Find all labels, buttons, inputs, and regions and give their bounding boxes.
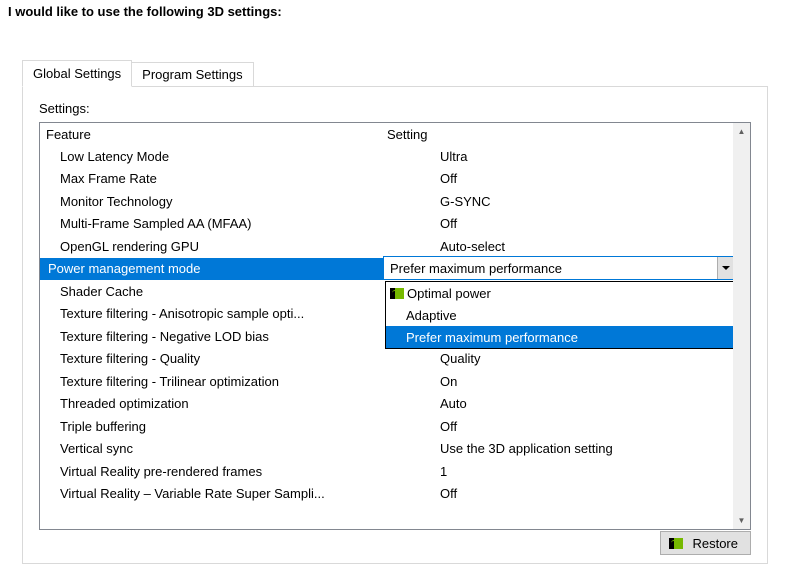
settings-list: Feature Setting Low Latency Mode Ultra M…: [40, 123, 733, 529]
feature-name: Multi-Frame Sampled AA (MFAA): [40, 216, 396, 231]
tab-panel-global: Settings: Feature Setting Low Latency Mo…: [22, 86, 768, 564]
feature-name: Texture filtering - Anisotropic sample o…: [40, 306, 396, 321]
dropdown-option[interactable]: Adaptive: [386, 304, 733, 326]
list-row[interactable]: Virtual Reality pre-rendered frames 1: [40, 460, 733, 483]
dropdown-option[interactable]: Optimal power: [386, 282, 733, 304]
feature-name: Virtual Reality pre-rendered frames: [40, 464, 396, 479]
feature-name: Low Latency Mode: [40, 149, 396, 164]
list-row[interactable]: Multi-Frame Sampled AA (MFAA) Off: [40, 213, 733, 236]
list-row[interactable]: Max Frame Rate Off: [40, 168, 733, 191]
setting-value: Off: [396, 419, 733, 434]
tab-container: Global Settings Program Settings Setting…: [22, 60, 768, 562]
setting-value: Off: [396, 216, 733, 231]
setting-dropdown[interactable]: Prefer maximum performance: [383, 256, 733, 280]
setting-value: Use the 3D application setting: [396, 441, 733, 456]
feature-name: OpenGL rendering GPU: [40, 239, 396, 254]
column-header-feature[interactable]: Feature: [40, 127, 383, 142]
nvidia-icon: [390, 288, 404, 299]
list-row[interactable]: Low Latency Mode Ultra: [40, 145, 733, 168]
feature-name: Power management mode: [40, 261, 384, 276]
setting-value: Auto-select: [396, 239, 733, 254]
dropdown-list: Optimal power Adaptive Prefer maximum pe…: [385, 281, 733, 349]
setting-value: On: [396, 374, 733, 389]
scroll-up-icon[interactable]: [733, 123, 750, 140]
setting-value: Off: [396, 486, 733, 501]
dropdown-toggle-button[interactable]: [717, 257, 733, 279]
setting-value: Off: [396, 171, 733, 186]
feature-name: Threaded optimization: [40, 396, 396, 411]
dropdown-option-label: Optimal power: [407, 286, 491, 301]
dropdown-option[interactable]: Prefer maximum performance: [386, 326, 733, 348]
feature-name: Vertical sync: [40, 441, 396, 456]
dropdown-option-label: Adaptive: [406, 308, 457, 323]
restore-button-label: Restore: [692, 536, 738, 551]
column-header-setting[interactable]: Setting: [383, 127, 733, 142]
tab-strip: Global Settings Program Settings: [22, 60, 768, 87]
vertical-scrollbar[interactable]: [733, 123, 750, 529]
list-row[interactable]: Virtual Reality – Variable Rate Super Sa…: [40, 483, 733, 506]
dropdown-selected-value: Prefer maximum performance: [384, 261, 717, 276]
settings-listbox: Feature Setting Low Latency Mode Ultra M…: [39, 122, 751, 530]
setting-value: Auto: [396, 396, 733, 411]
list-row[interactable]: Monitor Technology G-SYNC: [40, 190, 733, 213]
setting-value: Ultra: [396, 149, 733, 164]
feature-name: Shader Cache: [40, 284, 396, 299]
dropdown-option-label: Prefer maximum performance: [406, 330, 578, 345]
tab-program-settings[interactable]: Program Settings: [132, 62, 253, 87]
feature-name: Monitor Technology: [40, 194, 396, 209]
tab-global-settings[interactable]: Global Settings: [22, 60, 132, 87]
feature-name: Max Frame Rate: [40, 171, 396, 186]
list-row[interactable]: Vertical sync Use the 3D application set…: [40, 438, 733, 461]
restore-button[interactable]: Restore: [660, 531, 751, 555]
list-row[interactable]: Triple buffering Off: [40, 415, 733, 438]
feature-name: Triple buffering: [40, 419, 396, 434]
feature-name: Virtual Reality – Variable Rate Super Sa…: [40, 486, 396, 501]
setting-value: Quality: [396, 351, 733, 366]
page-heading: I would like to use the following 3D set…: [0, 0, 787, 23]
setting-value: 1: [396, 464, 733, 479]
scroll-down-icon[interactable]: [733, 512, 750, 529]
nvidia-icon: [669, 538, 683, 549]
settings-label: Settings:: [39, 101, 751, 116]
feature-name: Texture filtering - Quality: [40, 351, 396, 366]
list-row[interactable]: Texture filtering - Trilinear optimizati…: [40, 370, 733, 393]
list-header: Feature Setting: [40, 123, 733, 145]
list-row[interactable]: Texture filtering - Quality Quality: [40, 348, 733, 371]
feature-name: Texture filtering - Negative LOD bias: [40, 329, 396, 344]
feature-name: Texture filtering - Trilinear optimizati…: [40, 374, 396, 389]
list-row[interactable]: Threaded optimization Auto: [40, 393, 733, 416]
setting-value: G-SYNC: [396, 194, 733, 209]
list-row[interactable]: OpenGL rendering GPU Auto-select: [40, 235, 733, 258]
